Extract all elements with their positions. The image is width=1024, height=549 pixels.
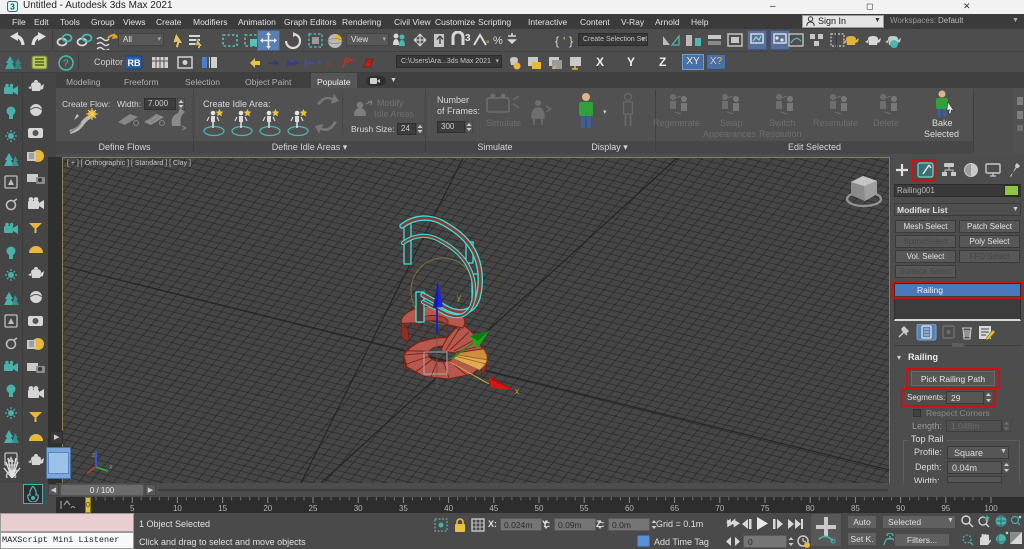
svg-text:10: 10: [173, 504, 182, 513]
svg-text:y: y: [457, 293, 461, 302]
svg-text:%: %: [493, 35, 503, 47]
svg-text:}: }: [569, 34, 573, 48]
svg-text:20: 20: [263, 504, 272, 513]
svg-text:z: z: [92, 452, 96, 459]
svg-text:35: 35: [399, 504, 408, 513]
svg-text:45: 45: [489, 504, 498, 513]
svg-text:75: 75: [761, 504, 770, 513]
svg-text:40: 40: [444, 504, 453, 513]
svg-text:80: 80: [806, 504, 815, 513]
svg-text:ʹ: ʹ: [563, 34, 565, 48]
svg-text:x: x: [515, 387, 519, 396]
svg-text:?: ?: [63, 59, 69, 70]
svg-text:50: 50: [535, 504, 544, 513]
svg-text:RB: RB: [128, 58, 141, 68]
svg-text:95: 95: [941, 504, 950, 513]
svg-text:x: x: [109, 464, 113, 471]
svg-text:30: 30: [354, 504, 363, 513]
svg-text:90: 90: [896, 504, 905, 513]
svg-text:65: 65: [670, 504, 679, 513]
svg-text:°: °: [486, 39, 490, 49]
svg-text:5: 5: [130, 504, 135, 513]
svg-text:60: 60: [625, 504, 634, 513]
svg-text:25: 25: [309, 504, 318, 513]
svg-text:3: 3: [465, 33, 471, 44]
svg-text:70: 70: [715, 504, 724, 513]
svg-text:15: 15: [218, 504, 227, 513]
svg-text:85: 85: [851, 504, 860, 513]
svg-text:55: 55: [580, 504, 589, 513]
svg-text:{: {: [555, 34, 559, 48]
svg-text:A: A: [325, 59, 333, 69]
svg-text:100: 100: [984, 504, 998, 513]
svg-text:3: 3: [10, 2, 15, 12]
